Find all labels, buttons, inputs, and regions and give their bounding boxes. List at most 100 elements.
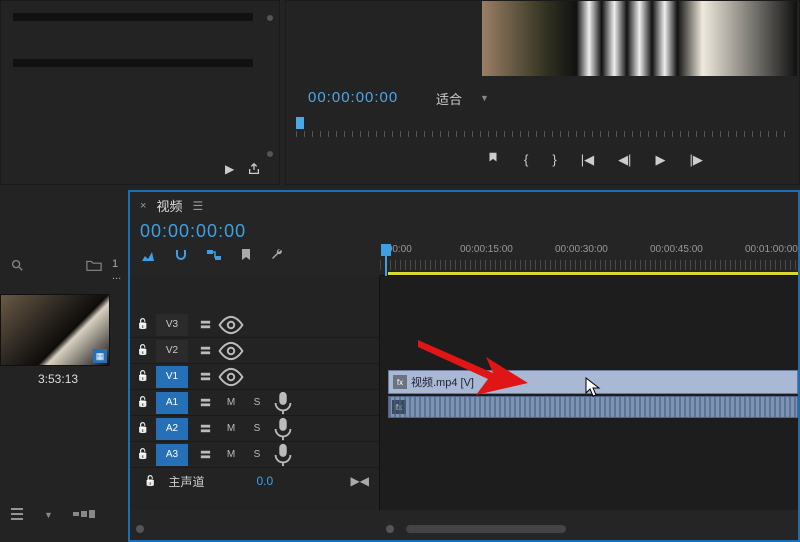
linked-selection-icon[interactable] [206, 248, 222, 265]
track-label[interactable]: V2 [156, 340, 188, 362]
project-clip-thumbnail[interactable]: ▦ [0, 294, 110, 366]
project-panel: 1 ... ▦ 3:53:13 ▼ [0, 190, 125, 530]
track-header-a2[interactable]: A2 M S [130, 416, 379, 442]
marker-icon[interactable] [240, 248, 252, 265]
work-area-bar[interactable] [388, 272, 798, 275]
mark-in-button[interactable]: { [524, 152, 528, 167]
collapse-icon[interactable]: ▶◀ [351, 474, 369, 488]
scroll-end-right[interactable] [386, 525, 394, 533]
toggle-output-eye-icon[interactable] [218, 364, 244, 390]
scrollbar-thumb[interactable] [406, 525, 566, 533]
timeline-timecode[interactable]: 00:00:00:00 [130, 217, 798, 242]
fit-label: 适合 [436, 89, 462, 108]
voice-over-mic-icon[interactable] [270, 390, 296, 416]
preview-video-frame [482, 1, 797, 76]
lock-icon[interactable] [130, 442, 156, 468]
sync-lock-icon[interactable] [192, 338, 218, 364]
track-headers: V3 V2 V1 A1 M S A2 M [130, 276, 380, 510]
sync-lock-icon[interactable] [192, 416, 218, 442]
fx-badge-icon[interactable]: fx [393, 375, 407, 389]
mark-out-button[interactable]: } [552, 152, 556, 167]
mute-button[interactable]: M [218, 442, 244, 468]
scroll-marker[interactable] [267, 151, 273, 157]
mute-button[interactable]: M [218, 390, 244, 416]
ruler-ticks [380, 260, 798, 270]
export-icon[interactable] [247, 162, 261, 176]
list-view-icon[interactable] [10, 508, 24, 523]
sync-lock-icon[interactable] [192, 312, 218, 338]
toggle-output-eye-icon[interactable] [218, 338, 244, 364]
sync-lock-icon[interactable] [192, 442, 218, 468]
clip-duration-label: 3:53:13 [38, 372, 78, 386]
track-label[interactable]: A1 [156, 392, 188, 414]
step-forward-button[interactable]: |▶ [689, 152, 702, 168]
voice-over-mic-icon[interactable] [270, 416, 296, 442]
track-label[interactable]: V3 [156, 314, 188, 336]
track-header-v2[interactable]: V2 [130, 338, 379, 364]
track-header-v1[interactable]: V1 [130, 364, 379, 390]
play-button[interactable]: ▶ [655, 152, 665, 168]
zoom-fit-dropdown[interactable]: 适合 ▼ [436, 87, 511, 109]
settings-wrench-icon[interactable] [270, 248, 284, 265]
lock-icon[interactable] [130, 364, 156, 390]
play-icon[interactable]: ▶ [225, 162, 239, 176]
lock-icon[interactable] [130, 390, 156, 416]
clip-type-badge-icon: ▦ [93, 349, 107, 363]
ruler-tick-label: 00:00:15:00 [460, 244, 513, 255]
status-bar: ▼ [0, 500, 125, 530]
lock-icon[interactable] [130, 416, 156, 442]
thumbnail-slider-icon[interactable] [73, 508, 95, 522]
toggle-output-eye-icon[interactable] [218, 312, 244, 338]
ruler-tick-label: 00:01:00:00 [745, 244, 798, 255]
track-label[interactable]: V1 [156, 366, 188, 388]
voice-over-mic-icon[interactable] [270, 442, 296, 468]
master-value[interactable]: 0.0 [256, 474, 273, 488]
master-track-header[interactable]: 🔓 主声道 0.0 ▶◀ [130, 468, 379, 494]
sequence-title[interactable]: 视频 [156, 196, 182, 215]
audio-waveform [389, 397, 797, 417]
lock-icon[interactable] [130, 312, 156, 338]
sync-lock-icon[interactable] [192, 364, 218, 390]
track-label[interactable]: A2 [156, 418, 188, 440]
audio-clip[interactable]: fx [388, 396, 798, 418]
track-label[interactable]: A3 [156, 444, 188, 466]
clip-label: 视频.mp4 [V] [411, 374, 474, 390]
scrubber-handle[interactable] [296, 117, 304, 129]
nest-sequence-icon[interactable] [140, 248, 156, 265]
search-icon[interactable] [10, 258, 24, 275]
scroll-marker[interactable] [267, 15, 273, 21]
close-tab-icon[interactable]: × [140, 200, 146, 212]
folder-icon[interactable] [86, 258, 102, 275]
panel-strip [13, 59, 253, 67]
mute-button[interactable]: M [218, 416, 244, 442]
item-count-label: 1 ... [112, 258, 125, 282]
lock-icon[interactable]: 🔓 [144, 476, 156, 487]
master-label: 主声道 [168, 473, 204, 490]
step-back-button[interactable]: ◀| [618, 152, 631, 168]
go-to-in-button[interactable]: |◀ [581, 152, 594, 168]
panel-menu-icon[interactable]: ☰ [192, 199, 203, 213]
tracks-content-area[interactable]: fx 视频.mp4 [V] fx [380, 276, 798, 510]
sync-lock-icon[interactable] [192, 390, 218, 416]
lock-icon[interactable] [130, 338, 156, 364]
solo-button[interactable]: S [244, 390, 270, 416]
ruler-tick-label: 00:00:30:00 [555, 244, 608, 255]
program-scrubber[interactable] [296, 117, 789, 137]
snap-icon[interactable] [174, 248, 188, 265]
solo-button[interactable]: S [244, 416, 270, 442]
video-clip[interactable]: fx 视频.mp4 [V] [388, 370, 798, 394]
effects-controls-panel: ▶ [0, 0, 280, 185]
transport-controls: { } |◀ ◀| ▶ |▶ [486, 151, 703, 168]
timeline-panel: × 视频 ☰ 00:00:00:00 :00:00 00:00:15:00 00… [128, 190, 800, 542]
ruler-tick-label: 00:00:45:00 [650, 244, 703, 255]
track-header-v3[interactable]: V3 [130, 312, 379, 338]
track-header-a3[interactable]: A3 M S [130, 442, 379, 468]
program-monitor: 00:00:00:00 适合 ▼ { } |◀ ◀| ▶ |▶ [285, 0, 800, 185]
program-timecode[interactable]: 00:00:00:00 [308, 89, 398, 106]
track-header-a1[interactable]: A1 M S [130, 390, 379, 416]
chevron-down-icon[interactable]: ▼ [44, 510, 53, 520]
solo-button[interactable]: S [244, 442, 270, 468]
timeline-horizontal-scrollbar[interactable] [130, 522, 798, 536]
add-marker-button[interactable] [486, 151, 500, 168]
scroll-end-left[interactable] [136, 525, 144, 533]
